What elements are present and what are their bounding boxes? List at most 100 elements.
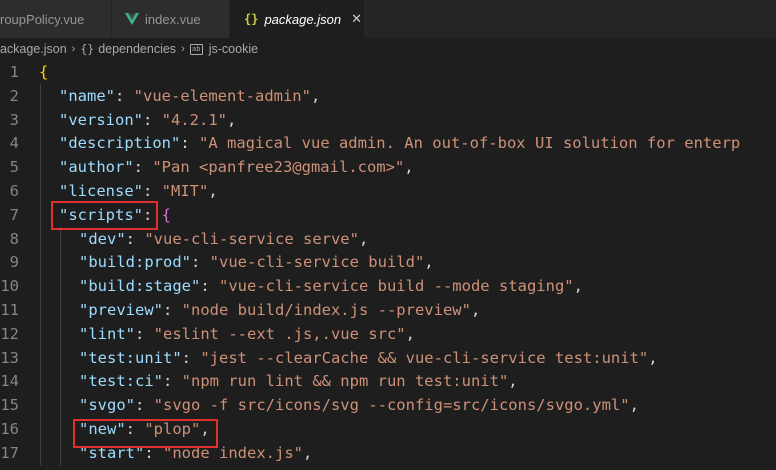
- chevron-right-icon: ›: [71, 43, 76, 55]
- indent-guide: [60, 321, 61, 346]
- code-token: "vue-cli-service build": [209, 253, 425, 272]
- indent-guide: [40, 83, 41, 108]
- indent-guide: [40, 345, 41, 370]
- code-token: "svgo -f src/icons/svg --config=src/icon…: [153, 396, 630, 415]
- line-number: 15: [0, 396, 19, 415]
- code-token: "MIT": [161, 182, 209, 200]
- code-line: 2 "name": "vue-element-admin",: [0, 83, 776, 108]
- code-token: "vue-cli-service build --mode staging": [219, 277, 574, 296]
- tab-grouppolicy-vue[interactable]: roupPolicy.vue: [0, 0, 112, 38]
- code-token: :: [135, 396, 154, 415]
- code-token: "build:stage": [79, 277, 201, 296]
- code-text: "author": "Pan <panfree23@gmail.com>",: [59, 155, 414, 179]
- new-plop-highlight: [73, 419, 218, 448]
- code-text: "lint": "eslint --ext .js,.vue src",: [79, 322, 415, 346]
- string-icon: ab: [189, 43, 203, 55]
- indent-guide: [60, 274, 61, 299]
- tab-index-vue[interactable]: index.vue: [112, 0, 230, 38]
- code-token: :: [115, 86, 134, 105]
- indent-guide: [40, 202, 41, 227]
- code-token: "jest --clearCache && vue-cli-service te…: [200, 348, 649, 367]
- code-token: ,: [404, 158, 414, 177]
- code-token: "Pan <panfree23@gmail.com>": [152, 158, 405, 177]
- code-editor[interactable]: 1{2 "name": "vue-element-admin", 3 "version…: [0, 60, 776, 470]
- line-number: 4: [9, 134, 19, 153]
- code-line: 12 "lint": "eslint --ext .js,.vue src",: [0, 321, 776, 346]
- code-text: "build:prod": "vue-cli-service build",: [79, 250, 434, 274]
- code-token: "eslint --ext .js,.vue src": [153, 324, 406, 343]
- scripts-key-highlight: [51, 201, 158, 230]
- breadcrumb-dependencies-label: dependencies: [98, 42, 177, 56]
- code-line: 15 "svgo": "svgo -f src/icons/svg --confi…: [0, 393, 776, 418]
- indent-guide: [40, 131, 41, 156]
- code-token: ,: [470, 301, 481, 319]
- line-number: 6: [9, 182, 19, 200]
- code-text: "dev": "vue-cli-service serve",: [79, 227, 368, 251]
- code-token: :: [135, 324, 154, 343]
- indent-guide: [40, 274, 41, 299]
- code-token: ,: [405, 324, 415, 343]
- code-token: ,: [629, 396, 639, 415]
- code-text: "version": "4.2.1",: [59, 108, 236, 132]
- line-number: 11: [0, 301, 19, 319]
- code-line: 14 "test:ci": "npm run lint && npm run te…: [0, 369, 776, 394]
- indent-guide: [40, 321, 41, 346]
- line-number: 7: [9, 205, 19, 224]
- code-token: "dev": [79, 229, 126, 248]
- code-text: "description": "A magical vue admin. An …: [59, 131, 740, 155]
- breadcrumb: package.json › {} dependencies › ab js-c…: [0, 38, 776, 60]
- code-token: "svgo": [79, 396, 135, 415]
- breadcrumb-file[interactable]: package.json: [0, 42, 67, 56]
- code-line: 10 "build:stage": "vue-cli-service build …: [0, 274, 776, 299]
- code-token: :: [200, 277, 219, 296]
- line-number: 17: [0, 443, 19, 462]
- indent-guide: [60, 298, 61, 322]
- code-token: "author": [59, 158, 134, 177]
- tab-package-json[interactable]: {} package.json ✕: [230, 0, 365, 38]
- close-icon[interactable]: ✕: [351, 11, 362, 27]
- indent-guide: [40, 417, 41, 441]
- breadcrumb-js-cookie[interactable]: ab js-cookie: [189, 42, 259, 56]
- code-token: ,: [573, 277, 583, 296]
- code-token: :: [163, 301, 182, 319]
- code-token: ,: [508, 372, 518, 391]
- code-text: "preview": "node build/index.js --previe…: [79, 298, 480, 322]
- indent-guide: [60, 440, 61, 465]
- chevron-right-icon: ›: [181, 43, 185, 55]
- breadcrumb-js-cookie-label: js-cookie: [208, 42, 259, 56]
- indent-guide: [40, 298, 41, 322]
- code-text: "test:unit": "jest --clearCache && vue-c…: [79, 346, 658, 370]
- indent-guide: [40, 155, 41, 180]
- breadcrumb-file-label: package.json: [0, 42, 67, 56]
- line-number: 3: [9, 110, 19, 129]
- code-token: :: [180, 134, 199, 153]
- line-number: 1: [9, 63, 19, 81]
- indent-guide: [60, 369, 61, 394]
- code-token: "description": [59, 134, 181, 153]
- code-line: 3 "version": "4.2.1",: [0, 107, 776, 132]
- code-token: {: [161, 205, 172, 224]
- indent-guide: [40, 369, 41, 394]
- code-token: "build:prod": [79, 253, 191, 272]
- indent-guide: [60, 345, 61, 370]
- code-line: 11 "preview": "node build/index.js --prev…: [0, 298, 776, 322]
- code-text: "test:ci": "npm run lint && npm run test…: [79, 369, 518, 393]
- object-icon: {}: [80, 42, 95, 56]
- indent-guide: [40, 107, 41, 132]
- line-number: 8: [9, 229, 19, 248]
- code-token: "vue-element-admin": [133, 86, 311, 105]
- code-line: 1{: [0, 60, 776, 84]
- breadcrumb-dependencies[interactable]: {} dependencies: [80, 42, 176, 56]
- code-text: "svgo": "svgo -f src/icons/svg --config=…: [79, 393, 639, 417]
- code-text: "name": "vue-element-admin",: [59, 84, 320, 108]
- code-line: 8 "dev": "vue-cli-service serve",: [0, 226, 776, 251]
- code-text: "build:stage": "vue-cli-service build --…: [79, 274, 583, 298]
- code-token: :: [163, 372, 182, 391]
- indent-guide: [60, 417, 61, 441]
- tab-bar: roupPolicy.vue index.vue {} package.json…: [0, 0, 776, 38]
- code-token: "A magical vue admin. An out-of-box UI s…: [199, 134, 741, 153]
- line-number: 12: [0, 324, 19, 343]
- code-token: ,: [227, 110, 237, 129]
- vue-icon: [125, 13, 139, 25]
- code-line: 13 "test:unit": "jest --clearCache && vue…: [0, 345, 776, 370]
